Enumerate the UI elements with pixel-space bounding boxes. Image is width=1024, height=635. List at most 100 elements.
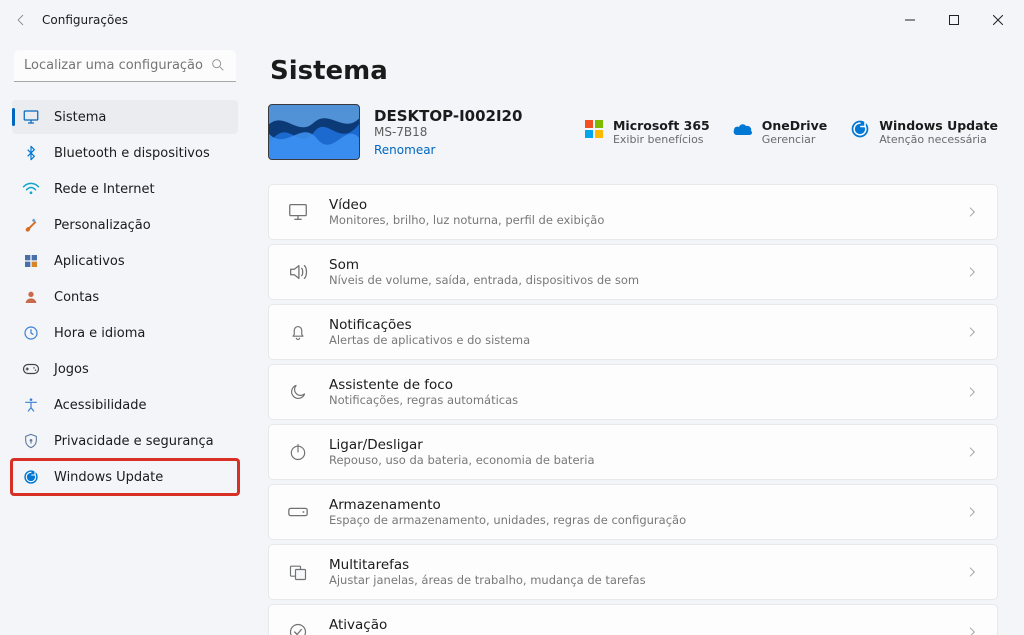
sidebar-item-label: Privacidade e segurança [54,434,214,449]
games-icon [22,360,40,378]
setting-subtitle: Ajustar janelas, áreas de trabalho, muda… [329,573,945,587]
setting-text: SomNíveis de volume, saída, entrada, dis… [329,257,945,287]
device-name: DESKTOP-I002I20 [374,107,522,125]
sidebar-item-accessibility[interactable]: Acessibilidade [12,388,238,422]
sidebar-item-brush[interactable]: Personalização [12,208,238,242]
status-update[interactable]: Windows Update Atenção necessária [849,118,998,146]
setting-title: Ligar/Desligar [329,437,945,453]
setting-row-power[interactable]: Ligar/DesligarRepouso, uso da bateria, e… [268,424,998,480]
setting-row-sound[interactable]: SomNíveis de volume, saída, entrada, dis… [268,244,998,300]
search-box[interactable] [14,50,236,82]
setting-text: Assistente de focoNotificações, regras a… [329,377,945,407]
sidebar-item-bluetooth[interactable]: Bluetooth e dispositivos [12,136,238,170]
sidebar-item-label: Hora e idioma [54,326,145,341]
sidebar-item-label: Aplicativos [54,254,125,269]
setting-subtitle: Espaço de armazenamento, unidades, regra… [329,513,945,527]
sidebar-item-apps[interactable]: Aplicativos [12,244,238,278]
setting-title: Vídeo [329,197,945,213]
chevron-right-icon [965,505,979,519]
chevron-right-icon [965,265,979,279]
setting-row-display[interactable]: VídeoMonitores, brilho, luz noturna, per… [268,184,998,240]
device-thumbnail [268,104,360,160]
rename-link[interactable]: Renomear [374,143,436,157]
setting-row-storage[interactable]: ArmazenamentoEspaço de armazenamento, un… [268,484,998,540]
brush-icon [22,216,40,234]
chevron-right-icon [965,445,979,459]
chevron-right-icon [965,205,979,219]
setting-text: NotificaçõesAlertas de aplicativos e do … [329,317,945,347]
page-title: Sistema [270,56,998,86]
account-icon [22,288,40,306]
setting-title: Som [329,257,945,273]
m365-icon [583,118,605,140]
setting-subtitle: Monitores, brilho, luz noturna, perfil d… [329,213,945,227]
apps-icon [22,252,40,270]
clock-icon [22,324,40,342]
power-icon [287,441,309,463]
sidebar-item-clock[interactable]: Hora e idioma [12,316,238,350]
settings-list: VídeoMonitores, brilho, luz noturna, per… [268,184,998,635]
sound-icon [287,261,309,283]
status-sub: Atenção necessária [879,133,998,146]
setting-subtitle: Níveis de volume, saída, entrada, dispos… [329,273,945,287]
setting-row-moon[interactable]: Assistente de focoNotificações, regras a… [268,364,998,420]
chevron-right-icon [965,565,979,579]
setting-title: Ativação [329,617,945,633]
moon-icon [287,381,309,403]
setting-row-bell[interactable]: NotificaçõesAlertas de aplicativos e do … [268,304,998,360]
onedrive-icon [732,118,754,140]
bluetooth-icon [22,144,40,162]
status-m365[interactable]: Microsoft 365 Exibir benefícios [583,118,710,146]
device-row: DESKTOP-I002I20 MS-7B18 Renomear Microso… [268,104,998,160]
status-title: Microsoft 365 [613,118,710,133]
setting-title: Assistente de foco [329,377,945,393]
privacy-icon [22,432,40,450]
multitask-icon [287,561,309,583]
setting-text: AtivaçãoEstado de ativação, assinaturas,… [329,617,945,635]
setting-row-activation[interactable]: AtivaçãoEstado de ativação, assinaturas,… [268,604,998,635]
setting-subtitle: Alertas de aplicativos e do sistema [329,333,945,347]
nav-list: SistemaBluetooth e dispositivos Rede e In… [8,100,242,494]
sidebar-item-games[interactable]: Jogos [12,352,238,386]
storage-icon [287,501,309,523]
setting-subtitle: Notificações, regras automáticas [329,393,945,407]
setting-title: Multitarefas [329,557,945,573]
sidebar-item-label: Jogos [54,362,89,377]
accessibility-icon [22,396,40,414]
activation-icon [287,621,309,635]
update-icon [22,468,40,486]
setting-title: Armazenamento [329,497,945,513]
maximize-button[interactable] [932,5,976,35]
sidebar-item-privacy[interactable]: Privacidade e segurança [12,424,238,458]
sidebar-item-update[interactable]: Windows Update [12,460,238,494]
status-sub: Exibir benefícios [613,133,710,146]
setting-title: Notificações [329,317,945,333]
display-icon [287,201,309,223]
minimize-button[interactable] [888,5,932,35]
bell-icon [287,321,309,343]
setting-text: ArmazenamentoEspaço de armazenamento, un… [329,497,945,527]
setting-text: Ligar/DesligarRepouso, uso da bateria, e… [329,437,945,467]
chevron-right-icon [965,385,979,399]
update-icon [849,118,871,140]
back-button[interactable] [4,3,38,37]
close-button[interactable] [976,5,1020,35]
status-onedrive[interactable]: OneDrive Gerenciar [732,118,827,146]
device-model: MS-7B18 [374,125,522,139]
sidebar-item-label: Rede e Internet [54,182,155,197]
setting-subtitle: Repouso, uso da bateria, economia de bat… [329,453,945,467]
setting-row-multitask[interactable]: MultitarefasAjustar janelas, áreas de tr… [268,544,998,600]
sidebar-item-account[interactable]: Contas [12,280,238,314]
sidebar-item-label: Personalização [54,218,151,233]
titlebar: Configurações [0,0,1024,40]
sidebar: SistemaBluetooth e dispositivos Rede e In… [0,40,250,635]
sidebar-item-system[interactable]: Sistema [12,100,238,134]
search-input[interactable] [14,50,236,82]
setting-text: VídeoMonitores, brilho, luz noturna, per… [329,197,945,227]
status-title: Windows Update [879,118,998,133]
sidebar-item-label: Contas [54,290,99,305]
setting-text: MultitarefasAjustar janelas, áreas de tr… [329,557,945,587]
wifi-icon [22,180,40,198]
search-icon [210,57,226,73]
sidebar-item-wifi[interactable]: Rede e Internet [12,172,238,206]
